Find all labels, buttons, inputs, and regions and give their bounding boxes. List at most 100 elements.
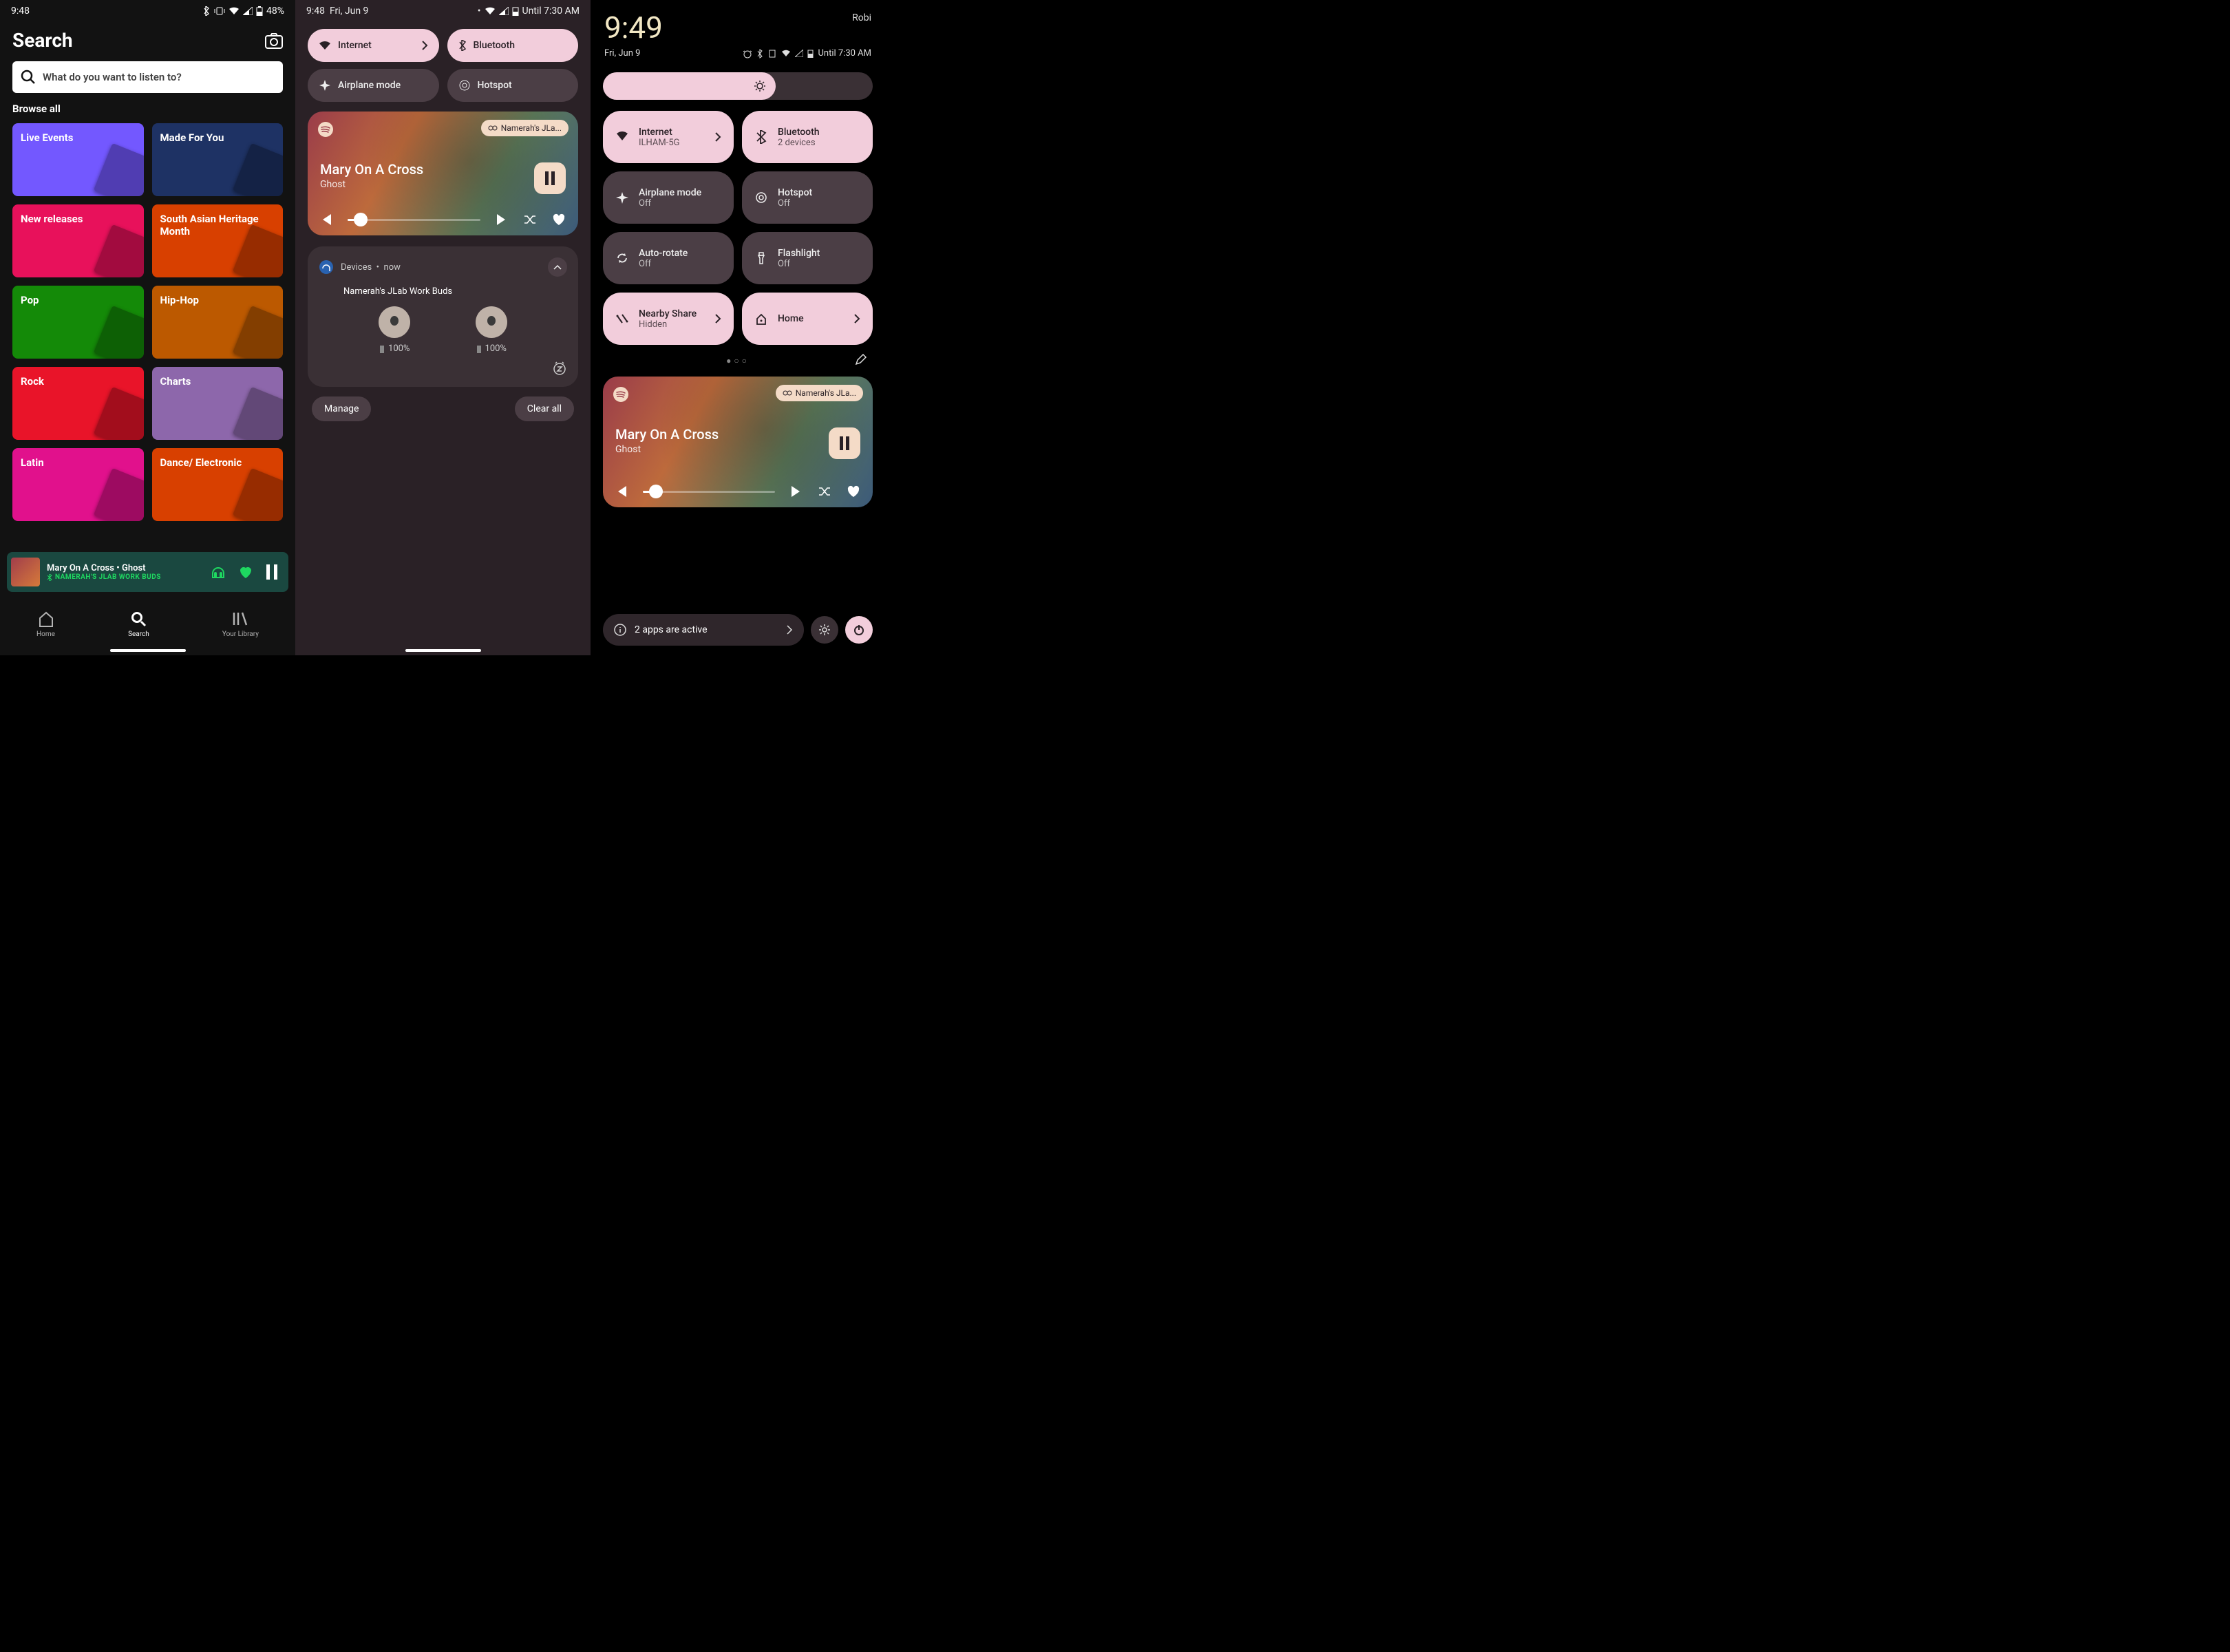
next-icon[interactable] xyxy=(790,486,803,497)
media-notification[interactable]: Namerah's JLa... Mary On A Cross Ghost xyxy=(603,377,873,507)
mini-player[interactable]: Mary On A Cross • Ghost NAMERAH'S JLAB W… xyxy=(7,552,288,592)
chevron-right-icon xyxy=(421,41,428,50)
devices-icon[interactable] xyxy=(210,564,226,580)
previous-icon[interactable] xyxy=(320,214,332,225)
edit-icon[interactable] xyxy=(855,353,867,366)
progress-thumb[interactable] xyxy=(649,485,663,498)
bottom-nav: Home Search Your Library xyxy=(0,600,295,655)
heart-icon[interactable] xyxy=(847,485,860,498)
battery-text: 48% xyxy=(266,6,284,17)
pause-icon xyxy=(838,436,851,450)
status-icons: 48% xyxy=(202,6,284,17)
brightness-slider[interactable] xyxy=(603,72,873,100)
qs-tile-airplane-mode[interactable]: Airplane modeOff xyxy=(603,171,734,224)
bluetooth-icon xyxy=(458,40,467,51)
quick-settings-panel: 9:49 Robi Fri, Jun 9 Until 7:30 AM Inter… xyxy=(591,0,885,655)
category-tile[interactable]: Hip-Hop xyxy=(152,286,284,359)
nav-home[interactable]: Home xyxy=(36,610,55,638)
active-apps-pill[interactable]: 2 apps are active xyxy=(603,614,804,646)
clear-all-button[interactable]: Clear all xyxy=(515,396,574,421)
heart-icon[interactable] xyxy=(237,564,254,580)
vibrate-icon xyxy=(214,6,225,16)
airplane-icon xyxy=(319,79,331,92)
battery-icon xyxy=(379,344,385,354)
date-label: Fri, Jun 9 xyxy=(604,48,640,59)
output-device-chip[interactable]: Namerah's JLa... xyxy=(776,385,863,401)
category-tile[interactable]: Made For You xyxy=(152,123,284,196)
progress-bar[interactable] xyxy=(643,491,775,493)
category-tile[interactable]: South Asian Heritage Month xyxy=(152,204,284,277)
shuffle-icon[interactable] xyxy=(523,214,537,225)
media-artist: Ghost xyxy=(615,444,641,455)
qs-airplane[interactable]: Airplane mode xyxy=(308,69,439,102)
pause-button[interactable] xyxy=(829,427,860,459)
progress-bar[interactable] xyxy=(348,219,480,221)
page-indicator: ●○○ xyxy=(591,345,885,371)
camera-icon[interactable] xyxy=(265,32,283,49)
qs-grid: InternetILHAM-5G Bluetooth2 devices Airp… xyxy=(591,111,885,345)
wifi-icon xyxy=(485,7,496,15)
category-tile[interactable]: Live Events xyxy=(12,123,144,196)
category-tile[interactable]: Latin xyxy=(12,448,144,521)
hotspot-icon xyxy=(458,79,471,92)
qs-tile-internet[interactable]: InternetILHAM-5G xyxy=(603,111,734,163)
pause-button[interactable] xyxy=(534,162,566,194)
search-placeholder: What do you want to listen to? xyxy=(43,71,182,83)
notification-shade-panel: 9:48 Fri, Jun 9 • Until 7:30 AM Internet… xyxy=(295,0,591,655)
status-bar: 9:48 Fri, Jun 9 • Until 7:30 AM xyxy=(295,0,591,22)
battery-icon xyxy=(807,49,814,58)
category-tile[interactable]: Rock xyxy=(12,367,144,440)
qs-tile-hotspot[interactable]: HotspotOff xyxy=(742,171,873,224)
nav-library[interactable]: Your Library xyxy=(222,610,259,638)
collapse-button[interactable] xyxy=(548,257,567,277)
settings-button[interactable] xyxy=(811,616,838,644)
headphones-icon xyxy=(319,260,334,275)
home-indicator[interactable] xyxy=(405,649,481,652)
bluetooth-icon xyxy=(756,49,763,59)
chevron-up-icon xyxy=(553,264,562,270)
qs-tile-bluetooth[interactable]: Bluetooth2 devices xyxy=(742,111,873,163)
media-title: Mary On A Cross xyxy=(615,426,719,443)
category-tile[interactable]: Pop xyxy=(12,286,144,359)
search-input[interactable]: What do you want to listen to? xyxy=(12,61,283,93)
snooze-icon[interactable] xyxy=(552,361,567,376)
qs-bluetooth[interactable]: Bluetooth xyxy=(447,29,579,62)
nav-search[interactable]: Search xyxy=(128,610,149,638)
clock: 9:49 xyxy=(604,10,663,45)
dot-icon: • xyxy=(478,6,481,17)
earbud-icon xyxy=(388,315,401,329)
earbuds-icon xyxy=(783,389,792,397)
next-icon[interactable] xyxy=(496,214,508,225)
user-label[interactable]: Robi xyxy=(852,12,871,45)
shuffle-icon[interactable] xyxy=(818,486,831,497)
manage-button[interactable]: Manage xyxy=(312,396,371,421)
earbud-icon xyxy=(485,315,498,329)
devices-notification[interactable]: Devices • now Namerah's JLab Work Buds 1… xyxy=(308,246,578,387)
output-device-chip[interactable]: Namerah's JLa... xyxy=(481,120,569,136)
qs-tile-auto-rotate[interactable]: Auto-rotateOff xyxy=(603,232,734,284)
previous-icon[interactable] xyxy=(615,486,628,497)
qs-tile-nearby-share[interactable]: Nearby ShareHidden xyxy=(603,293,734,345)
home-indicator[interactable] xyxy=(110,649,186,652)
library-icon xyxy=(231,610,249,628)
qs-internet[interactable]: Internet xyxy=(308,29,439,62)
power-button[interactable] xyxy=(845,616,873,644)
status-time: 9:48 xyxy=(11,6,30,17)
category-tile[interactable]: New releases xyxy=(12,204,144,277)
qs-tile-home[interactable]: Home xyxy=(742,293,873,345)
brightness-icon xyxy=(754,80,766,92)
qs-hotspot[interactable]: Hotspot xyxy=(447,69,579,102)
progress-thumb[interactable] xyxy=(354,213,368,226)
page-title: Search xyxy=(12,29,73,52)
browse-all-label: Browse all xyxy=(0,103,295,115)
media-notification[interactable]: Namerah's JLa... Mary On A Cross Ghost xyxy=(308,112,578,235)
pause-icon[interactable] xyxy=(265,564,279,580)
bluetooth-icon xyxy=(202,6,211,16)
category-tile[interactable]: Dance/ Electronic xyxy=(152,448,284,521)
power-icon xyxy=(853,624,865,636)
category-tile[interactable]: Charts xyxy=(152,367,284,440)
heart-icon[interactable] xyxy=(552,213,566,226)
search-icon xyxy=(21,70,36,85)
qs-tile-flashlight[interactable]: FlashlightOff xyxy=(742,232,873,284)
device-name: Namerah's JLab Work Buds xyxy=(343,286,567,297)
